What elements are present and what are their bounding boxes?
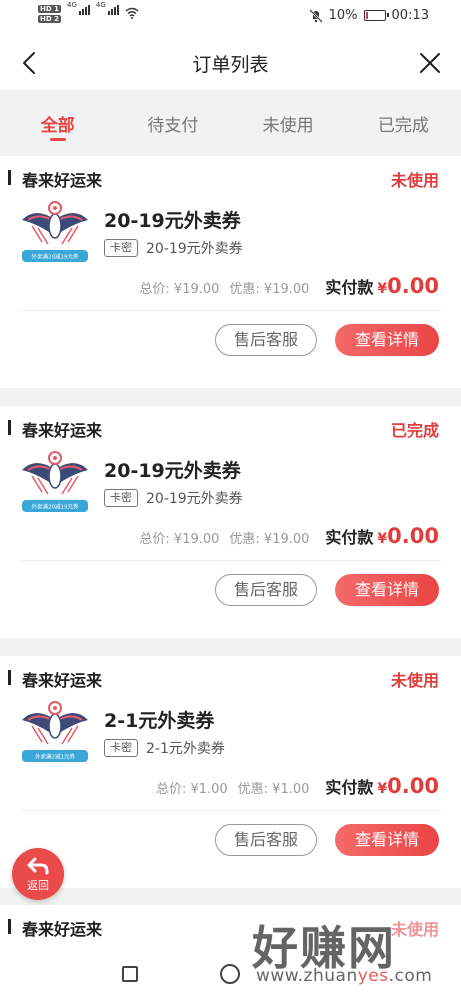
divider xyxy=(20,310,441,311)
order-status: 未使用 xyxy=(390,171,439,190)
header-accent-bar xyxy=(8,170,11,185)
discount-price: 优惠: ¥19.00 xyxy=(229,282,310,297)
status-left: HD 1 HD 2 4G 4G xyxy=(38,1,139,23)
paid-label: 实付款 xyxy=(325,278,374,297)
kite-coupon-thumbnail: 外卖满2减1元券 xyxy=(22,701,88,762)
status-right: 10% 00:13 xyxy=(308,8,429,23)
order-card-header: 春来好运来 未使用 xyxy=(0,156,461,190)
customer-service-button[interactable]: 售后客服 xyxy=(215,574,317,606)
paid-label: 实付款 xyxy=(325,528,374,547)
floating-back-label: 返回 xyxy=(27,879,49,892)
tab-pending-payment-label: 待支付 xyxy=(147,116,199,136)
tab-unused-label: 未使用 xyxy=(262,116,314,136)
total-price: 总价: ¥1.00 xyxy=(155,782,228,797)
order-card: 春来好运来 已完成 外卖满20减19元券 20-19元外卖券 卡密 20-19元… xyxy=(0,406,461,638)
order-card: 春来好运来 未使用 外卖满20减19元券 20-19元外卖券 卡密 20-19元… xyxy=(0,156,461,388)
order-card-header: 春来好运来 已完成 xyxy=(0,406,461,440)
product-tag-row: 卡密 20-19元外卖券 xyxy=(104,238,243,258)
card-code-tag: 卡密 xyxy=(104,489,138,507)
battery-icon xyxy=(363,10,389,21)
shop-name: 春来好运来 xyxy=(22,421,103,440)
price-row: 总价: ¥1.00 优惠: ¥1.00 实付款 ¥ 0.00 xyxy=(156,774,439,798)
floating-back-button[interactable]: 返回 xyxy=(12,848,64,900)
divider xyxy=(20,560,441,561)
currency-symbol: ¥ xyxy=(377,281,388,297)
order-status: 未使用 xyxy=(390,920,439,939)
thumb-caption: 外卖满20减19元券 xyxy=(32,253,79,261)
view-details-button[interactable]: 查看详情 xyxy=(335,324,439,356)
order-card-header: 春来好运来 未使用 xyxy=(0,656,461,690)
shop-name: 春来好运来 xyxy=(22,671,103,690)
paid-amount: 0.00 xyxy=(387,524,439,548)
currency-symbol: ¥ xyxy=(377,531,388,547)
product-tag-row: 卡密 2-1元外卖券 xyxy=(104,738,225,758)
order-card-header: 春来好运来 未使用 xyxy=(0,905,461,939)
product-title: 20-19元外卖券 xyxy=(104,460,241,482)
tab-completed-label: 已完成 xyxy=(377,116,429,136)
wifi-icon xyxy=(125,7,139,19)
thumb-caption: 外卖满2减1元券 xyxy=(35,753,75,761)
product-title: 20-19元外卖券 xyxy=(104,210,241,232)
card-code-tag: 卡密 xyxy=(104,739,138,757)
tab-pending-payment[interactable]: 待支付 xyxy=(115,90,230,154)
tab-completed[interactable]: 已完成 xyxy=(346,90,461,154)
product-title: 2-1元外卖券 xyxy=(104,710,215,732)
product-tag-row: 卡密 20-19元外卖券 xyxy=(104,488,243,508)
currency-symbol: ¥ xyxy=(377,781,388,797)
return-arrow-icon xyxy=(27,857,49,875)
order-tabs: 全部 待支付 未使用 已完成 xyxy=(0,90,461,154)
net1-label: 4G xyxy=(66,1,77,9)
tab-active-indicator xyxy=(49,138,66,141)
discount-price: 优惠: ¥19.00 xyxy=(229,532,310,547)
tab-all[interactable]: 全部 xyxy=(0,90,115,154)
close-icon[interactable] xyxy=(415,48,445,78)
total-price: 总价: ¥19.00 xyxy=(139,282,220,297)
kite-coupon-thumbnail: 外卖满20减19元券 xyxy=(22,201,88,262)
tab-unused[interactable]: 未使用 xyxy=(231,90,346,154)
page-title: 订单列表 xyxy=(192,54,269,76)
header: 订单列表 xyxy=(0,34,461,90)
mute-icon xyxy=(308,8,323,23)
paid-amount: 0.00 xyxy=(387,774,439,798)
card-code-tag: 卡密 xyxy=(104,239,138,257)
battery-fill xyxy=(365,12,368,19)
status-bar: HD 1 HD 2 4G 4G 10% 00:13 xyxy=(0,0,461,34)
price-row: 总价: ¥19.00 优惠: ¥19.00 实付款 ¥ 0.00 xyxy=(139,274,439,298)
clock: 00:13 xyxy=(391,8,429,23)
product-subtitle: 20-19元外卖券 xyxy=(146,491,243,507)
net2-label: 4G xyxy=(95,1,106,9)
divider xyxy=(20,810,441,811)
hd1-badge: HD 1 xyxy=(38,5,61,13)
customer-service-button[interactable]: 售后客服 xyxy=(215,324,317,356)
hd-badges: HD 1 HD 2 xyxy=(38,5,61,23)
paid-label: 实付款 xyxy=(325,778,374,797)
total-price: 总价: ¥19.00 xyxy=(139,532,220,547)
product-subtitle: 2-1元外卖券 xyxy=(146,741,225,757)
header-accent-bar xyxy=(8,919,11,934)
view-details-button[interactable]: 查看详情 xyxy=(335,574,439,606)
product-subtitle: 20-19元外卖券 xyxy=(146,241,243,257)
customer-service-button[interactable]: 售后客服 xyxy=(215,824,317,856)
view-details-button[interactable]: 查看详情 xyxy=(335,824,439,856)
battery-percent: 10% xyxy=(328,8,358,23)
kite-coupon-thumbnail: 外卖满20减19元券 xyxy=(22,451,88,512)
recent-apps-icon[interactable] xyxy=(122,966,138,982)
system-nav-bar xyxy=(0,950,461,1000)
header-accent-bar xyxy=(8,670,11,685)
home-icon[interactable] xyxy=(220,964,240,984)
header-accent-bar xyxy=(8,420,11,435)
order-status: 已完成 xyxy=(390,421,439,440)
order-card: 春来好运来 未使用 外卖满2减1元券 2-1元外卖券 卡密 2-1元外卖券 总价… xyxy=(0,656,461,888)
price-row: 总价: ¥19.00 优惠: ¥19.00 实付款 ¥ 0.00 xyxy=(139,524,439,548)
signal-icon-2: 4G xyxy=(96,1,119,15)
paid-amount: 0.00 xyxy=(387,274,439,298)
hd2-badge: HD 2 xyxy=(38,15,61,23)
shop-name: 春来好运来 xyxy=(22,920,103,939)
discount-price: 优惠: ¥1.00 xyxy=(237,782,310,797)
signal-icon: 4G xyxy=(67,1,90,15)
thumb-caption: 外卖满20减19元券 xyxy=(32,503,79,511)
shop-name: 春来好运来 xyxy=(22,171,103,190)
tab-all-label: 全部 xyxy=(40,116,75,136)
order-status: 未使用 xyxy=(390,671,439,690)
